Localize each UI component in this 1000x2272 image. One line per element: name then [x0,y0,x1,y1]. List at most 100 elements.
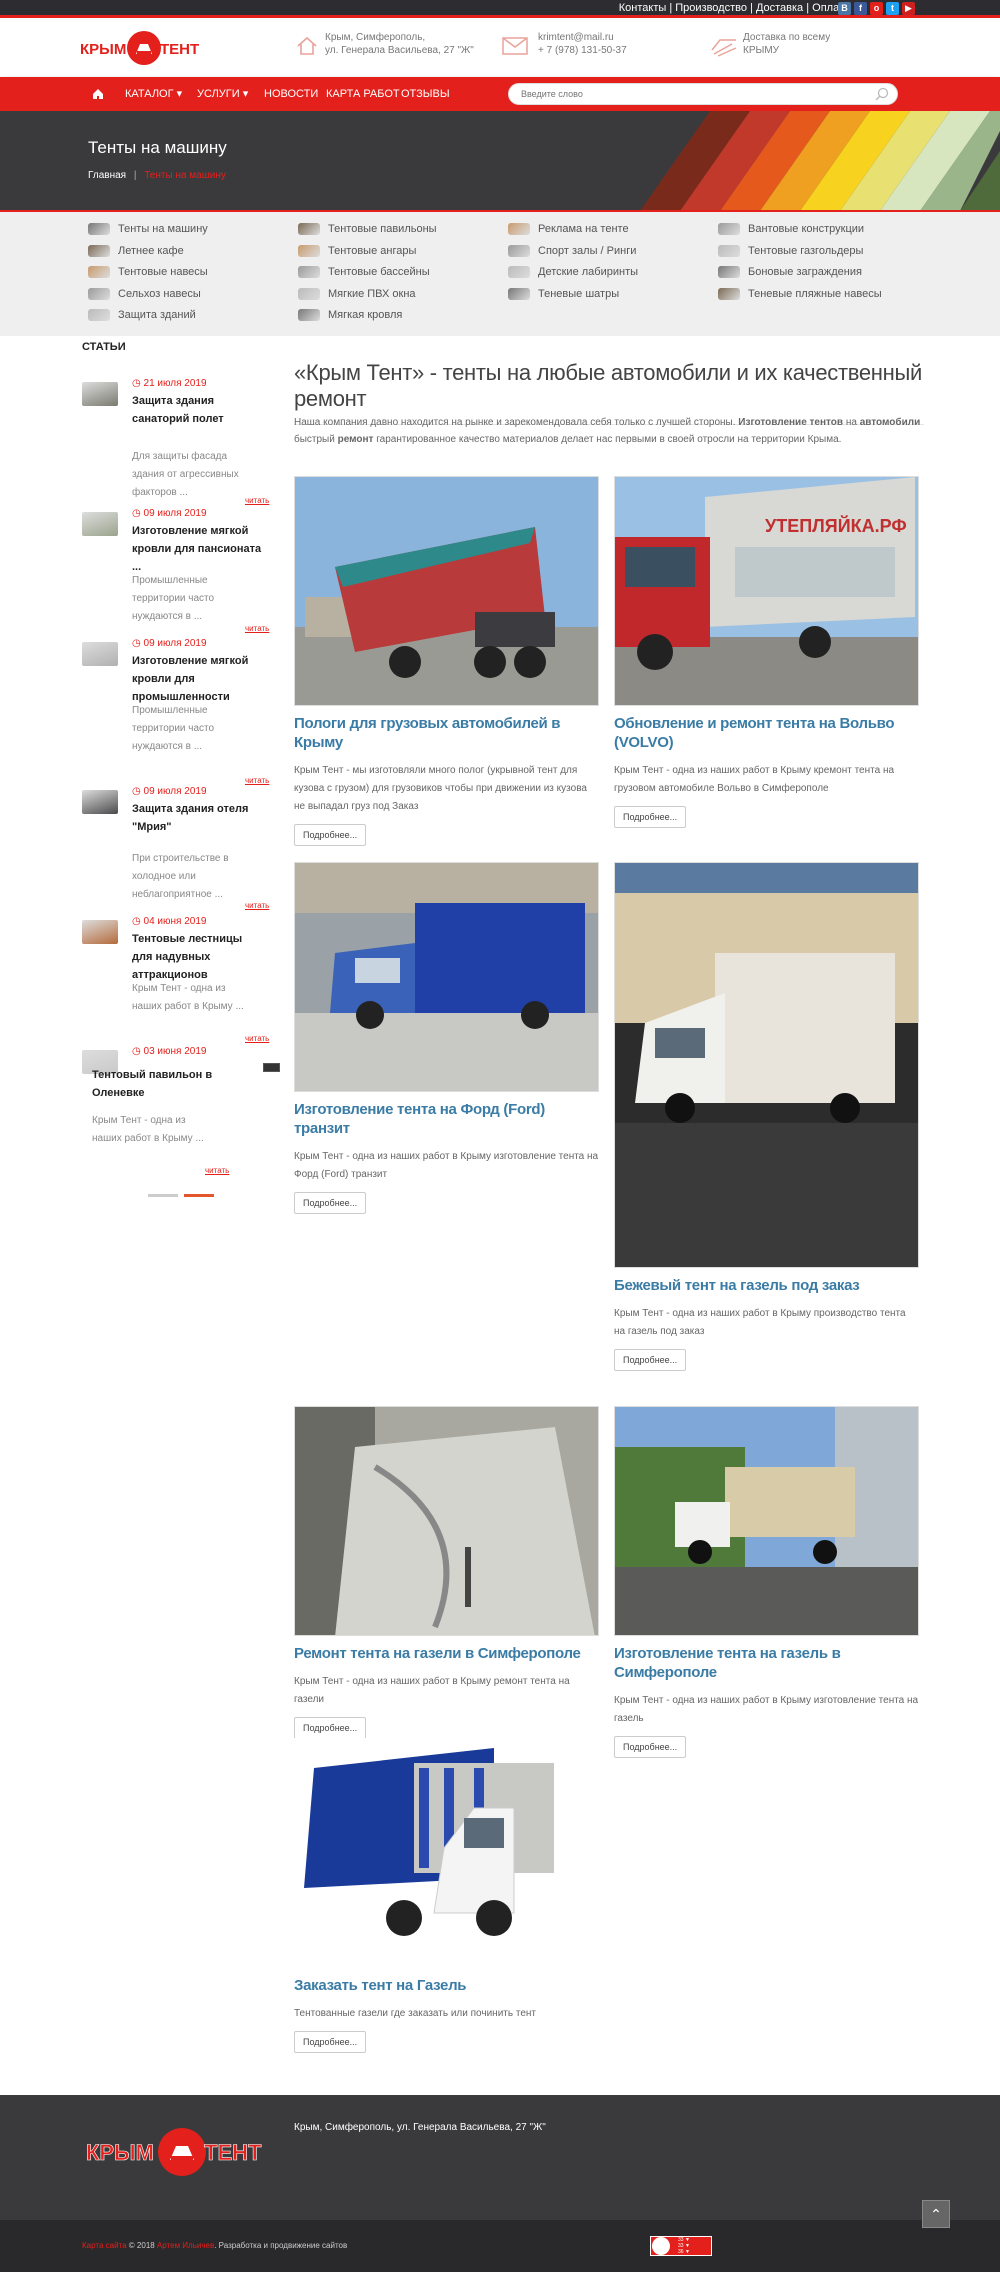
product-description: Крым Тент - одна из наших работ в Крыму … [614,765,895,794]
vk-icon[interactable]: В [838,2,851,15]
nav-services[interactable]: УСЛУГИ ▾ [197,77,248,111]
read-more-label: читать [205,1166,230,1175]
nav-reviews[interactable]: ОТЗЫВЫ [401,77,450,111]
article-title[interactable]: Защита здания отеля "Мрия" [132,800,262,836]
article-thumbnail[interactable] [82,790,118,814]
visit-counter[interactable]: 33 ▼ 33 ▼ 36 ▼ [650,2236,712,2256]
svg-text:КРЫМ: КРЫМ [80,41,126,58]
chevron-down-icon: ▾ [176,88,183,100]
category-item[interactable]: Тентовые павильоны [298,219,437,239]
breadcrumb-home[interactable]: Главная [88,170,126,181]
category-label: Тентовые навесы [118,266,208,278]
slider-dot-1[interactable] [148,1194,178,1197]
product-title[interactable]: Пологи для грузовых автомобилей в Крыму [294,714,599,752]
product-title[interactable]: Изготовление тента на газель в Симферопо… [614,1644,919,1682]
product-description: Крым Тент - мы изготовляли много полог (… [294,765,587,812]
more-button[interactable]: Подробнее... [614,806,687,828]
category-item[interactable]: Защита зданий [88,305,196,325]
category-item[interactable]: Тентовые газгольдеры [718,241,863,261]
nav-works-map[interactable]: КАРТА РАБОТ [326,77,400,111]
nav-catalog[interactable]: КАТАЛОГ ▾ [125,77,182,111]
email-link[interactable]: krimtent@mail.ru [538,31,627,44]
product-photo[interactable] [294,1738,599,1968]
product-photo[interactable] [294,862,599,1092]
product-photo[interactable] [294,1406,599,1636]
more-button[interactable]: Подробнее... [294,2031,367,2053]
read-more-link[interactable]: читать [205,1160,245,1178]
more-button[interactable]: Подробнее... [614,1349,687,1371]
facebook-icon[interactable]: f [854,2,867,15]
product-title[interactable]: Изготовление тента на Форд (Ford) транзи… [294,1100,599,1138]
arrow-up-icon[interactable]: ⌃ [922,2200,950,2228]
category-item[interactable]: Тентовые ангары [298,241,416,261]
product-photo[interactable]: УТЕПЛЯЙКА.РФ [614,476,919,706]
product-photo[interactable] [614,862,919,1268]
article-title[interactable]: Тентовые лестницы для надувных аттракцио… [132,930,262,984]
category-item[interactable]: Спорт залы / Ринги [508,241,636,261]
category-label: Тентовые ангары [328,244,417,257]
more-button[interactable]: Подробнее... [294,824,367,846]
product-title[interactable]: Бежевый тент на газель под заказ [614,1276,919,1295]
article-title[interactable]: Защита здания санаторий полет [132,392,262,428]
developer-text: . Разработка и продвижение сайтов [214,2241,348,2250]
product-title[interactable]: Ремонт тента на газели в Симферополе [294,1644,599,1663]
read-more-link[interactable]: читать [245,1028,285,1046]
category-icon [298,244,320,257]
search-input[interactable] [509,84,859,104]
developer-link[interactable]: Артем Ильичев [157,2241,214,2250]
category-item[interactable]: Мягкая кровля [298,305,402,325]
category-label: Реклама на тенте [538,223,629,235]
category-item[interactable]: Сельхоз навесы [88,284,201,304]
youtube-icon[interactable]: ▶ [902,2,915,15]
product-photo[interactable] [614,1406,919,1636]
phone-number[interactable]: + 7 (978) 131-50-37 [538,44,627,57]
article-title[interactable]: Изготовление мягкой кровли для промышлен… [132,652,262,706]
category-item[interactable]: Мягкие ПВХ окна [298,284,416,304]
intro-part: гарантированное качество материалов дела… [373,434,842,445]
more-button[interactable]: Подробнее... [294,1717,367,1739]
category-item[interactable]: Теневые пляжные навесы [718,284,882,304]
logo[interactable]: КРЫМ ТЕНТ [80,28,205,68]
top-links[interactable]: Контакты | Производство | Доставка | Опл… [619,2,850,14]
article-title[interactable]: Изготовление мягкой кровли для пансионат… [132,522,262,576]
category-item[interactable]: Вантовые конструкции [718,219,864,239]
intro-bold: автомобили [859,417,921,428]
article-title[interactable]: Тентовый павильон в Оленевке [92,1066,232,1102]
article-thumbnail[interactable] [82,920,118,944]
product-title[interactable]: Заказать тент на Газель [294,1976,599,1995]
read-more-label: читать [245,1034,270,1043]
category-item[interactable]: Тентовые навесы [88,262,208,282]
read-more-link[interactable]: читать [245,618,285,636]
svg-text:ТЕНТ: ТЕНТ [204,2140,262,2165]
category-item[interactable]: Тентовые бассейны [298,262,430,282]
category-item[interactable]: Летнее кафе [88,241,184,261]
home-icon[interactable] [92,77,104,111]
intro-bold: ремонт [337,434,374,445]
more-button[interactable]: Подробнее... [294,1192,367,1214]
more-button[interactable]: Подробнее... [614,1736,687,1758]
category-item[interactable]: Детские лабиринты [508,262,638,282]
odnoklassniki-icon[interactable]: о [870,2,883,15]
category-item[interactable]: Реклама на тенте [508,219,629,239]
twitter-icon[interactable]: t [886,2,899,15]
read-more-link[interactable]: читать [245,895,285,913]
nav-news[interactable]: НОВОСТИ [264,77,318,111]
slider-dot-2[interactable] [184,1194,214,1197]
article-thumbnail[interactable] [82,642,118,666]
product-photo[interactable] [294,476,599,706]
chevron-down-icon: ▾ [242,88,249,100]
article-thumbnail[interactable] [82,382,118,406]
category-item[interactable]: Тенты на машину [88,219,208,239]
product-title[interactable]: Обновление и ремонт тента на Вольво (VOL… [614,714,919,752]
read-more-link[interactable]: читать [245,770,285,788]
category-item[interactable]: Теневые шатры [508,284,619,304]
read-more-link[interactable]: читать [245,490,285,508]
search-icon[interactable] [875,87,889,106]
article-thumbnail[interactable] [82,512,118,536]
counter-logo-icon [652,2237,670,2255]
sitemap-link[interactable]: Карта сайта [82,2241,127,2250]
slider-arrow[interactable] [263,1063,280,1072]
category-item[interactable]: Боновые заграждения [718,262,862,282]
category-icon [508,266,530,278]
footer-logo[interactable]: КРЫМ ТЕНТ [82,2124,277,2185]
